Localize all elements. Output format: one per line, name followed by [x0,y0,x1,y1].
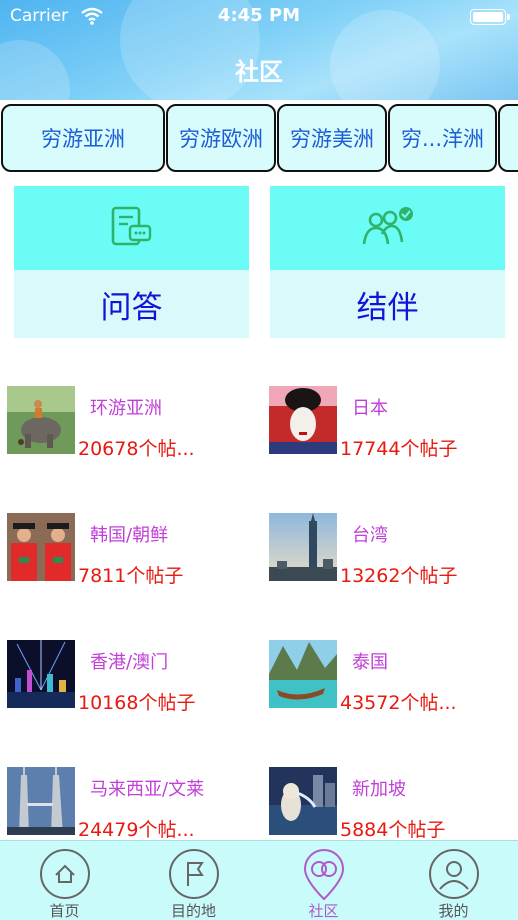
flag-icon [168,849,219,899]
korean-guards-photo [7,513,75,581]
page-title: 社区 [235,58,283,86]
destination-item[interactable]: 泰国 43572个帖... [269,640,509,750]
destination-item[interactable]: 香港/澳门 10168个帖子 [7,640,247,750]
destination-name: 泰国 [352,652,388,673]
merlion-photo [269,767,337,835]
destination-name: 香港/澳门 [90,652,169,673]
post-count: 13262个帖子 [340,565,458,587]
post-count: 17744个帖子 [340,438,458,460]
chat-document-icon [111,206,151,246]
destination-item[interactable]: 环游亚洲 20678个帖... [7,386,247,496]
destination-item[interactable]: 日本 17744个帖子 [269,386,509,496]
taipei-101-photo [269,513,337,581]
tab-oceania[interactable]: 穷...洋洲 [388,104,497,172]
companion-card[interactable]: 结伴 [270,186,505,338]
destination-name: 新加坡 [352,779,406,800]
post-count: 43572个帖... [340,692,457,714]
post-count: 5884个帖子 [340,819,446,841]
qa-card[interactable]: 问答 [14,186,249,338]
home-icon [39,849,90,899]
tab-americas[interactable]: 穷游美洲 [277,104,387,172]
header: Carrier 4:45 PM 社区 [0,0,518,100]
qa-label: 问答 [14,270,249,338]
post-count: 10168个帖子 [78,692,196,714]
destination-name: 韩国/朝鲜 [90,525,169,546]
tab-europe[interactable]: 穷游欧洲 [166,104,276,172]
tab-more[interactable] [498,104,518,172]
community-icon [303,848,344,901]
tab-asia[interactable]: 穷游亚洲 [1,104,165,172]
destination-item[interactable]: 韩国/朝鲜 7811个帖子 [7,513,247,623]
destination-name: 日本 [352,398,388,419]
elephant-photo [7,386,75,454]
people-group-icon [362,207,413,245]
battery-icon [470,9,510,25]
tab-bar: 首页 目的地 社区 我的 [0,840,518,920]
companion-label: 结伴 [270,270,505,338]
tab-home[interactable]: 首页 [0,841,129,920]
tab-profile[interactable]: 我的 [389,841,518,920]
post-count: 24479个帖... [78,819,195,841]
destination-item[interactable]: 台湾 13262个帖子 [269,513,509,623]
clock: 4:45 PM [217,5,301,26]
destination-name: 马来西亚/文莱 [90,779,205,800]
destination-name: 台湾 [352,525,388,546]
destination-name: 环游亚洲 [90,398,162,419]
geisha-photo [269,386,337,454]
region-tabs: 穷游亚洲 穷游欧洲 穷游美洲 穷...洋洲 [0,104,518,172]
profile-icon [428,849,479,899]
status-bar: Carrier 4:45 PM [0,0,518,34]
app-root: { "status_bar": { "carrier": "Carrier", … [0,0,518,920]
petronas-towers-photo [7,767,75,835]
thai-longboat-photo [269,640,337,708]
hong-kong-night-photo [7,640,75,708]
tab-community[interactable]: 社区 [259,841,388,920]
post-count: 20678个帖... [78,438,195,460]
post-count: 7811个帖子 [78,565,184,587]
tab-destination[interactable]: 目的地 [129,841,258,920]
